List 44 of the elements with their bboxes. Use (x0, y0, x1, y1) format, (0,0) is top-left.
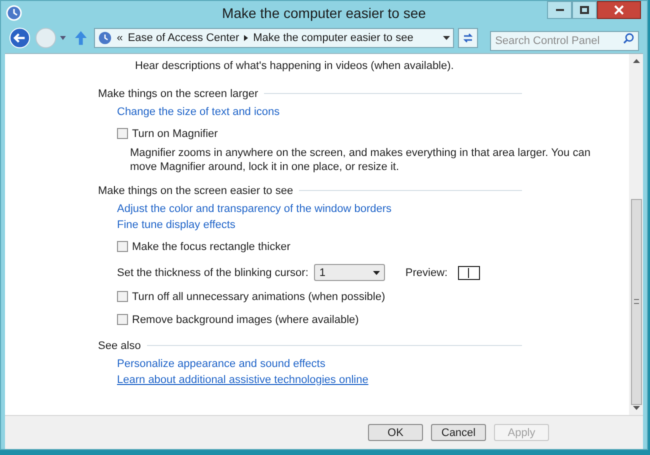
close-icon (614, 5, 624, 15)
preview-label: Preview: (405, 266, 448, 281)
dialog-button[interactable]: Cancel (431, 424, 486, 442)
checkbox-label[interactable]: Turn on Magnifier (132, 126, 218, 142)
back-icon[interactable] (9, 26, 31, 49)
section-heading: Make things on the screen larger (98, 86, 258, 102)
refresh-icon (462, 32, 474, 44)
checkbox-label[interactable]: Turn off all unnecessary animations (when possible) (132, 288, 386, 306)
cursor-preview (458, 266, 480, 280)
breadcrumb[interactable]: Make the computer easier to see (253, 30, 414, 46)
dropdown-caret-icon[interactable] (373, 270, 380, 275)
window-title: Make the computer easier to see (222, 4, 426, 24)
minimize-button[interactable] (547, 1, 572, 19)
address-bar[interactable]: « Ease of Access Center Make the computer easier to see (94, 28, 454, 48)
refresh-button[interactable] (458, 28, 478, 48)
search-icon (623, 32, 634, 44)
dropdown-label: Set the thickness of the blinking cursor: (117, 266, 310, 281)
link[interactable]: Personalize appearance and sound effects (117, 356, 326, 372)
close-button[interactable] (597, 1, 641, 19)
checkbox-label[interactable]: Make the focus rectangle thicker (132, 238, 290, 256)
checkbox[interactable] (117, 314, 128, 326)
section-heading: See also (98, 338, 141, 354)
checkbox-label[interactable]: Remove background images (where available) (132, 312, 359, 328)
thickness-dropdown[interactable]: 1 (314, 264, 386, 282)
checkbox[interactable] (117, 291, 128, 302)
scroll-up-icon[interactable] (632, 58, 640, 63)
checkbox[interactable] (117, 241, 128, 252)
search-field[interactable]: Search Control Panel (490, 30, 640, 51)
dialog-button[interactable]: OK (368, 424, 423, 442)
breadcrumb[interactable]: Ease of Access Center (128, 30, 240, 46)
chevron-icon[interactable] (244, 34, 248, 41)
scrollbar[interactable] (629, 54, 643, 416)
scrollbar-thumb[interactable] (630, 198, 642, 405)
overflow-chevron[interactable]: « (116, 30, 123, 46)
maximize-button[interactable] (572, 1, 597, 19)
link[interactable]: Learn about additional assistive technologies online (117, 372, 368, 388)
section-heading: Make things on the screen easier to see (98, 184, 294, 199)
dropdown-caret-icon[interactable] (443, 36, 450, 40)
link[interactable]: Fine tune display effects (117, 216, 236, 234)
link[interactable]: Change the size of text and icons (117, 104, 280, 120)
description-text: Magnifier zooms in anywhere on the screen, and makes everything in that area larger. You can move Magnifier around, lock it in one place, or resize it. (129, 146, 592, 174)
description-text: Hear descriptions of what's happening in videos (when available). (134, 58, 455, 74)
link[interactable]: Adjust the color and transparency of the window borders (117, 200, 392, 218)
checkbox[interactable] (117, 128, 128, 140)
